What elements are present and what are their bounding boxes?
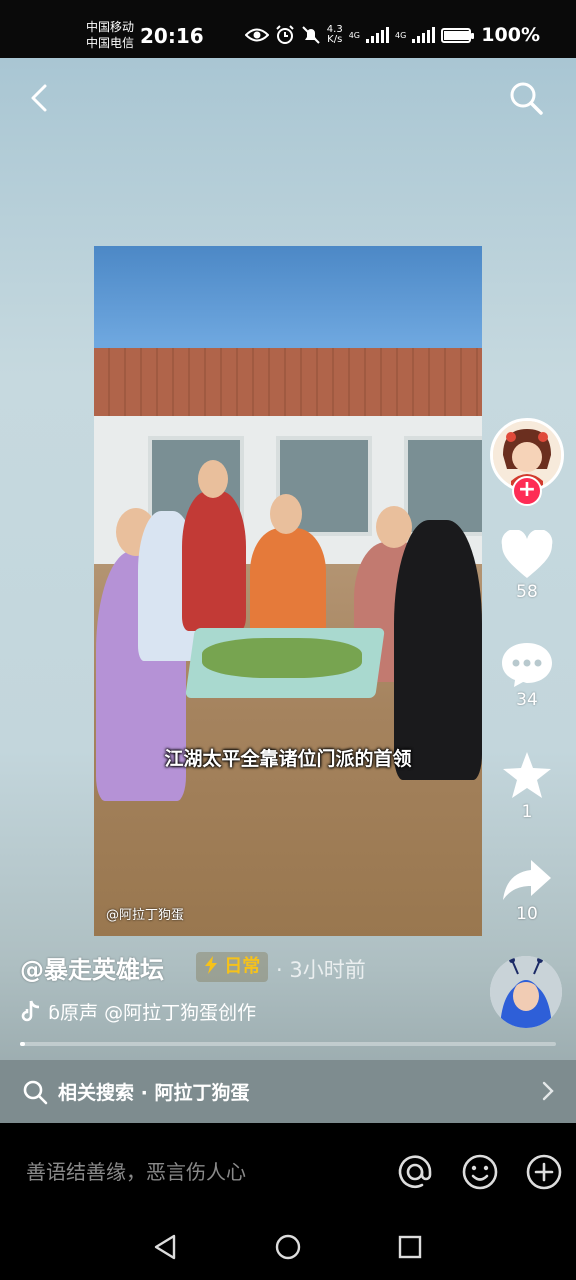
person-figure [250,528,326,638]
person-head [198,460,228,498]
clock: 20:16 [140,24,204,48]
progress-fill [20,1042,26,1046]
alarm-icon [276,25,294,44]
status-icons: 4.3 K/s 4G 4G 100% [244,24,540,46]
video-progress-bar[interactable] [20,1042,556,1046]
signal-1-icon [366,27,389,43]
disc-illustration [490,956,562,1028]
favorite-count: 1 [521,802,533,822]
eye-icon [244,28,269,42]
related-search-bar[interactable]: 相关搜索 · 阿拉丁狗蛋 [0,1060,576,1123]
daily-tag-label: 日常 [224,956,261,977]
music-title[interactable]: ɓ原声 @阿拉丁狗蛋创作 [48,998,308,1025]
nav-back-triangle-icon[interactable] [152,1233,180,1261]
follow-button[interactable]: + [512,476,542,506]
comment-bar: 善语结善缘，恶言伤人心 [0,1123,576,1213]
carrier-names: 中国移动 中国电信 [86,19,134,51]
nav-home-circle-icon[interactable] [274,1233,302,1261]
signal-1-label: 4G [348,30,360,40]
net-speed: 4.3 K/s [327,25,343,45]
battery-percent: 100% [481,24,540,46]
like-button[interactable]: 58 [488,530,566,602]
star-icon [503,752,551,798]
carrier-1: 中国移动 [86,20,135,34]
carrier-2: 中国电信 [86,36,135,50]
video-subtitle: 江湖太平全靠诸位门派的首领 [164,748,412,770]
comment-icon [502,643,552,687]
video-player[interactable]: 江湖太平全靠诸位门派的首领 @阿拉丁狗蛋 [94,246,482,936]
search-button[interactable] [508,80,544,116]
video-feed[interactable]: 江湖太平全靠诸位门派的首领 @阿拉丁狗蛋 + 58 34 1 10 @暴走英雄坛… [0,58,576,1123]
person-figure [182,491,246,631]
person-head [270,494,302,534]
share-arrow-icon [503,860,551,900]
battery-fill [444,30,471,40]
herbs-scene [202,638,362,678]
lightning-icon [205,956,217,974]
favorite-button[interactable]: 1 [488,750,566,822]
heart-icon [501,530,553,578]
comment-button[interactable]: 34 [488,640,566,710]
comment-count: 34 [516,690,538,710]
post-time: · 3小时前 [276,954,366,984]
at-icon[interactable] [396,1153,434,1191]
comment-input[interactable]: 善语结善缘，恶言伤人心 [26,1156,246,1185]
signal-2-label: 4G [395,30,407,40]
person-figure [394,520,482,780]
video-watermark: @阿拉丁狗蛋 [106,908,185,923]
search-icon [23,1080,48,1105]
time-label: 3小时前 [289,958,366,982]
nav-recents-square-icon[interactable] [396,1233,424,1261]
system-nav-bar [0,1213,576,1280]
search-icon [510,82,543,115]
music-disc-avatar[interactable] [490,956,562,1028]
share-button[interactable]: 10 [488,858,566,924]
emoji-icon[interactable] [461,1153,499,1191]
back-button[interactable] [24,82,56,114]
music-note-icon [21,1000,40,1022]
battery-icon [441,27,475,43]
chevron-left-icon [31,84,47,112]
like-count: 58 [516,582,538,602]
signal-2-icon [412,27,436,43]
time-separator: · [276,958,283,982]
roof-scene [94,348,482,418]
mute-bell-icon [302,26,320,44]
daily-tag-badge[interactable]: 日常 [196,952,269,982]
chevron-right-icon [542,1081,554,1101]
net-speed-unit: K/s [327,34,343,45]
author-name[interactable]: @暴走英雄坛 [20,950,164,985]
plus-circle-icon[interactable] [525,1153,563,1191]
share-count: 10 [516,904,538,924]
related-search-label: 相关搜索 · 阿拉丁狗蛋 [58,1082,250,1104]
status-bar: 中国移动 中国电信 20:16 4.3 K/s 4G 4G 100% [0,0,576,58]
